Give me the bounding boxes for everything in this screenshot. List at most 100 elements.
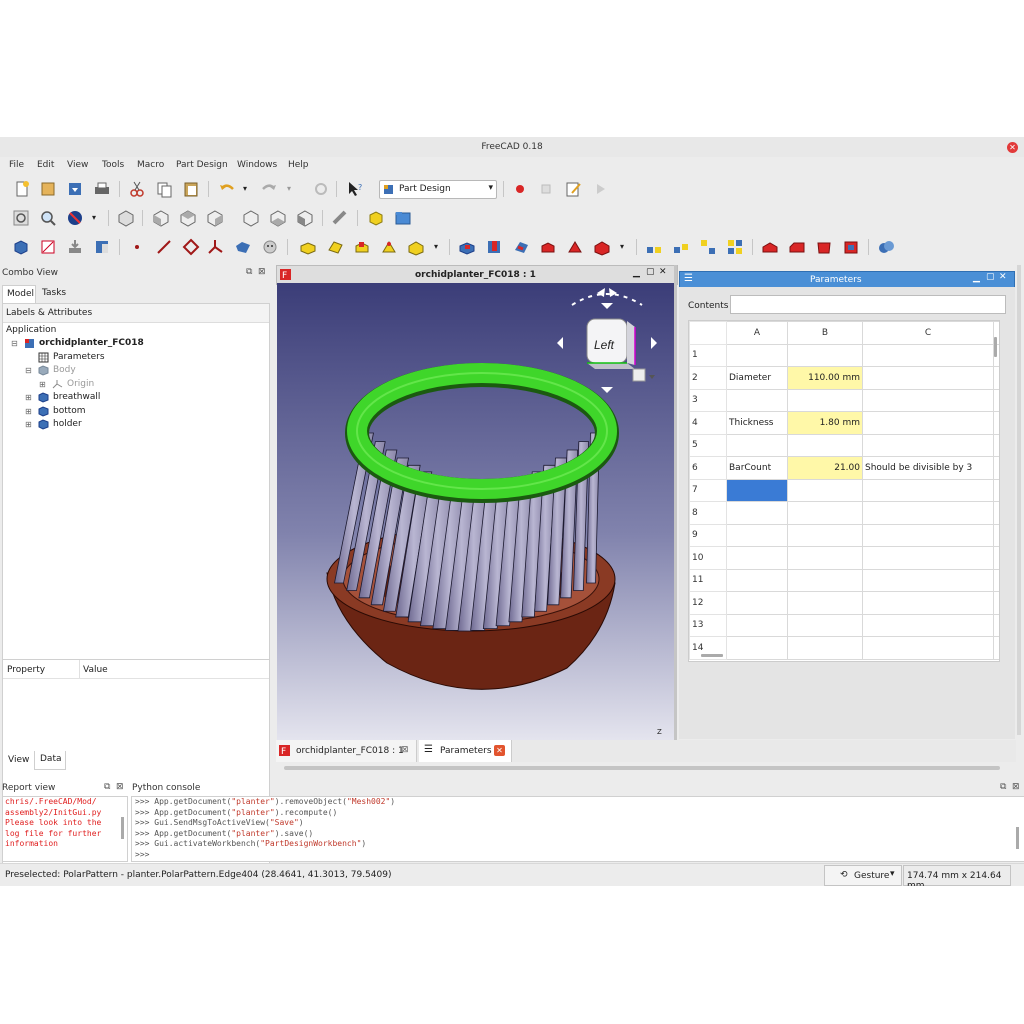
tree-expander-icon[interactable]: ⊟: [11, 337, 18, 350]
splitter[interactable]: [674, 265, 677, 740]
cell-overflow[interactable]: [993, 478, 999, 502]
tab-view[interactable]: View: [8, 755, 29, 765]
contents-input[interactable]: [730, 295, 1006, 314]
tab-tasks[interactable]: Tasks: [42, 288, 66, 298]
cell-b11[interactable]: [787, 568, 863, 592]
sheet-horizontal-scrollbar[interactable]: [701, 654, 723, 657]
right-view-icon[interactable]: [206, 209, 224, 227]
cell-a14[interactable]: [726, 636, 788, 660]
menu-part-design[interactable]: Part Design: [176, 160, 228, 170]
additive-primitive-icon[interactable]: [407, 238, 425, 256]
cell-c5[interactable]: [862, 433, 994, 457]
rear-view-icon[interactable]: [242, 209, 260, 227]
cell-b1[interactable]: [787, 343, 863, 367]
tab-parameters[interactable]: ☰ Parameters ✕: [419, 740, 512, 762]
cell-c2[interactable]: [862, 366, 994, 390]
subtractive-primitive-icon[interactable]: [593, 238, 611, 256]
whats-this-icon[interactable]: ?: [346, 180, 364, 198]
pocket-icon[interactable]: [458, 238, 476, 256]
tree-expander-icon[interactable]: ⊞: [25, 391, 32, 404]
tree-expander-icon[interactable]: ⊞: [39, 378, 46, 391]
cell-overflow[interactable]: [993, 456, 999, 480]
cell-c13[interactable]: [862, 613, 994, 637]
polar-pattern-icon[interactable]: [699, 238, 717, 256]
mdi-vertical-scrollbar[interactable]: [1017, 265, 1021, 735]
cell-b2[interactable]: 110.00 mm: [787, 366, 863, 390]
draft-icon[interactable]: [815, 238, 833, 256]
fit-selection-icon[interactable]: [39, 209, 57, 227]
cell-overflow[interactable]: [993, 388, 999, 412]
menu-windows[interactable]: Windows: [237, 160, 277, 170]
python-console-output[interactable]: >>> App.getDocument("planter").removeObj…: [131, 796, 1024, 862]
draw-style-icon[interactable]: [66, 209, 84, 227]
cell-c8[interactable]: [862, 501, 994, 525]
spreadsheet-grid[interactable]: A B C 1 2 Diameter 110.00 mm 3 4 Thickness 1.80…: [688, 320, 1000, 662]
menu-edit[interactable]: Edit: [37, 160, 54, 170]
validate-sketch-icon[interactable]: [66, 238, 84, 256]
cell-overflow[interactable]: [993, 433, 999, 457]
sheet-vertical-scrollbar[interactable]: [994, 337, 997, 357]
minimize-icon[interactable]: ▁: [633, 268, 640, 278]
column-header-a[interactable]: A: [726, 321, 788, 345]
cell-overflow[interactable]: [993, 366, 999, 390]
cell-a2[interactable]: Diameter: [726, 366, 788, 390]
tab-model[interactable]: Model: [2, 285, 36, 303]
subtractive-dropdown-icon[interactable]: ▾: [620, 242, 624, 251]
menu-tools[interactable]: Tools: [102, 160, 124, 170]
cell-b13[interactable]: [787, 613, 863, 637]
open-document-icon[interactable]: [39, 180, 57, 198]
tree-expander-icon[interactable]: ⊟: [25, 364, 32, 377]
tree-expander-icon[interactable]: ⊞: [25, 405, 32, 418]
navigation-cube[interactable]: Left: [547, 283, 667, 403]
cell-c10[interactable]: [862, 546, 994, 570]
cell-b4[interactable]: 1.80 mm: [787, 411, 863, 435]
top-view-icon[interactable]: [179, 209, 197, 227]
cell-a13[interactable]: [726, 613, 788, 637]
cell-b9[interactable]: [787, 523, 863, 547]
create-group-icon[interactable]: [394, 209, 412, 227]
cell-c11[interactable]: [862, 568, 994, 592]
subtractive-loft-icon[interactable]: [539, 238, 557, 256]
float-panel-icon[interactable]: ⧉: [246, 267, 252, 277]
cell-c14[interactable]: [862, 636, 994, 660]
shape-binder-icon[interactable]: [93, 238, 111, 256]
report-close-icon[interactable]: ⊠: [116, 782, 124, 792]
cell-c4[interactable]: [862, 411, 994, 435]
front-view-icon[interactable]: [152, 209, 170, 227]
menu-view[interactable]: View: [67, 160, 88, 170]
cell-a1[interactable]: [726, 343, 788, 367]
datum-plane-icon[interactable]: [182, 238, 200, 256]
cell-a4[interactable]: Thickness: [726, 411, 788, 435]
tab-data[interactable]: Data: [34, 751, 66, 770]
cell-b8[interactable]: [787, 501, 863, 525]
cell-b3[interactable]: [787, 388, 863, 412]
cell-a9[interactable]: [726, 523, 788, 547]
create-body-icon[interactable]: [12, 238, 30, 256]
clone-icon[interactable]: [261, 238, 279, 256]
menu-file[interactable]: File: [9, 160, 24, 170]
multi-transform-icon[interactable]: [726, 238, 744, 256]
hole-icon[interactable]: [485, 238, 503, 256]
navigation-style-button[interactable]: ⟲ Gesture ▾: [824, 865, 902, 886]
cut-icon[interactable]: [128, 180, 146, 198]
datum-line-icon[interactable]: [155, 238, 173, 256]
cell-a8[interactable]: [726, 501, 788, 525]
cell-a7[interactable]: [726, 478, 788, 502]
local-coordinate-system-icon[interactable]: [206, 238, 224, 256]
isometric-view-icon[interactable]: [117, 209, 135, 227]
close-view-icon[interactable]: ✕: [659, 267, 667, 277]
left-view-icon[interactable]: [296, 209, 314, 227]
sheet-close-icon[interactable]: ✕: [999, 272, 1007, 282]
tree-expander-icon[interactable]: ⊞: [25, 418, 32, 431]
cell-overflow[interactable]: [993, 501, 999, 525]
cell-c6[interactable]: Should be divisible by 3: [862, 456, 994, 480]
groove-icon[interactable]: [512, 238, 530, 256]
sheet-minimize-icon[interactable]: ▁: [973, 273, 980, 283]
cell-b10[interactable]: [787, 546, 863, 570]
3d-viewport[interactable]: Left Z: [277, 283, 676, 740]
shape-binder-object-icon[interactable]: [234, 238, 252, 256]
run-macro-icon[interactable]: [591, 180, 609, 198]
cell-overflow[interactable]: [993, 546, 999, 570]
cell-b12[interactable]: [787, 591, 863, 615]
cell-c9[interactable]: [862, 523, 994, 547]
